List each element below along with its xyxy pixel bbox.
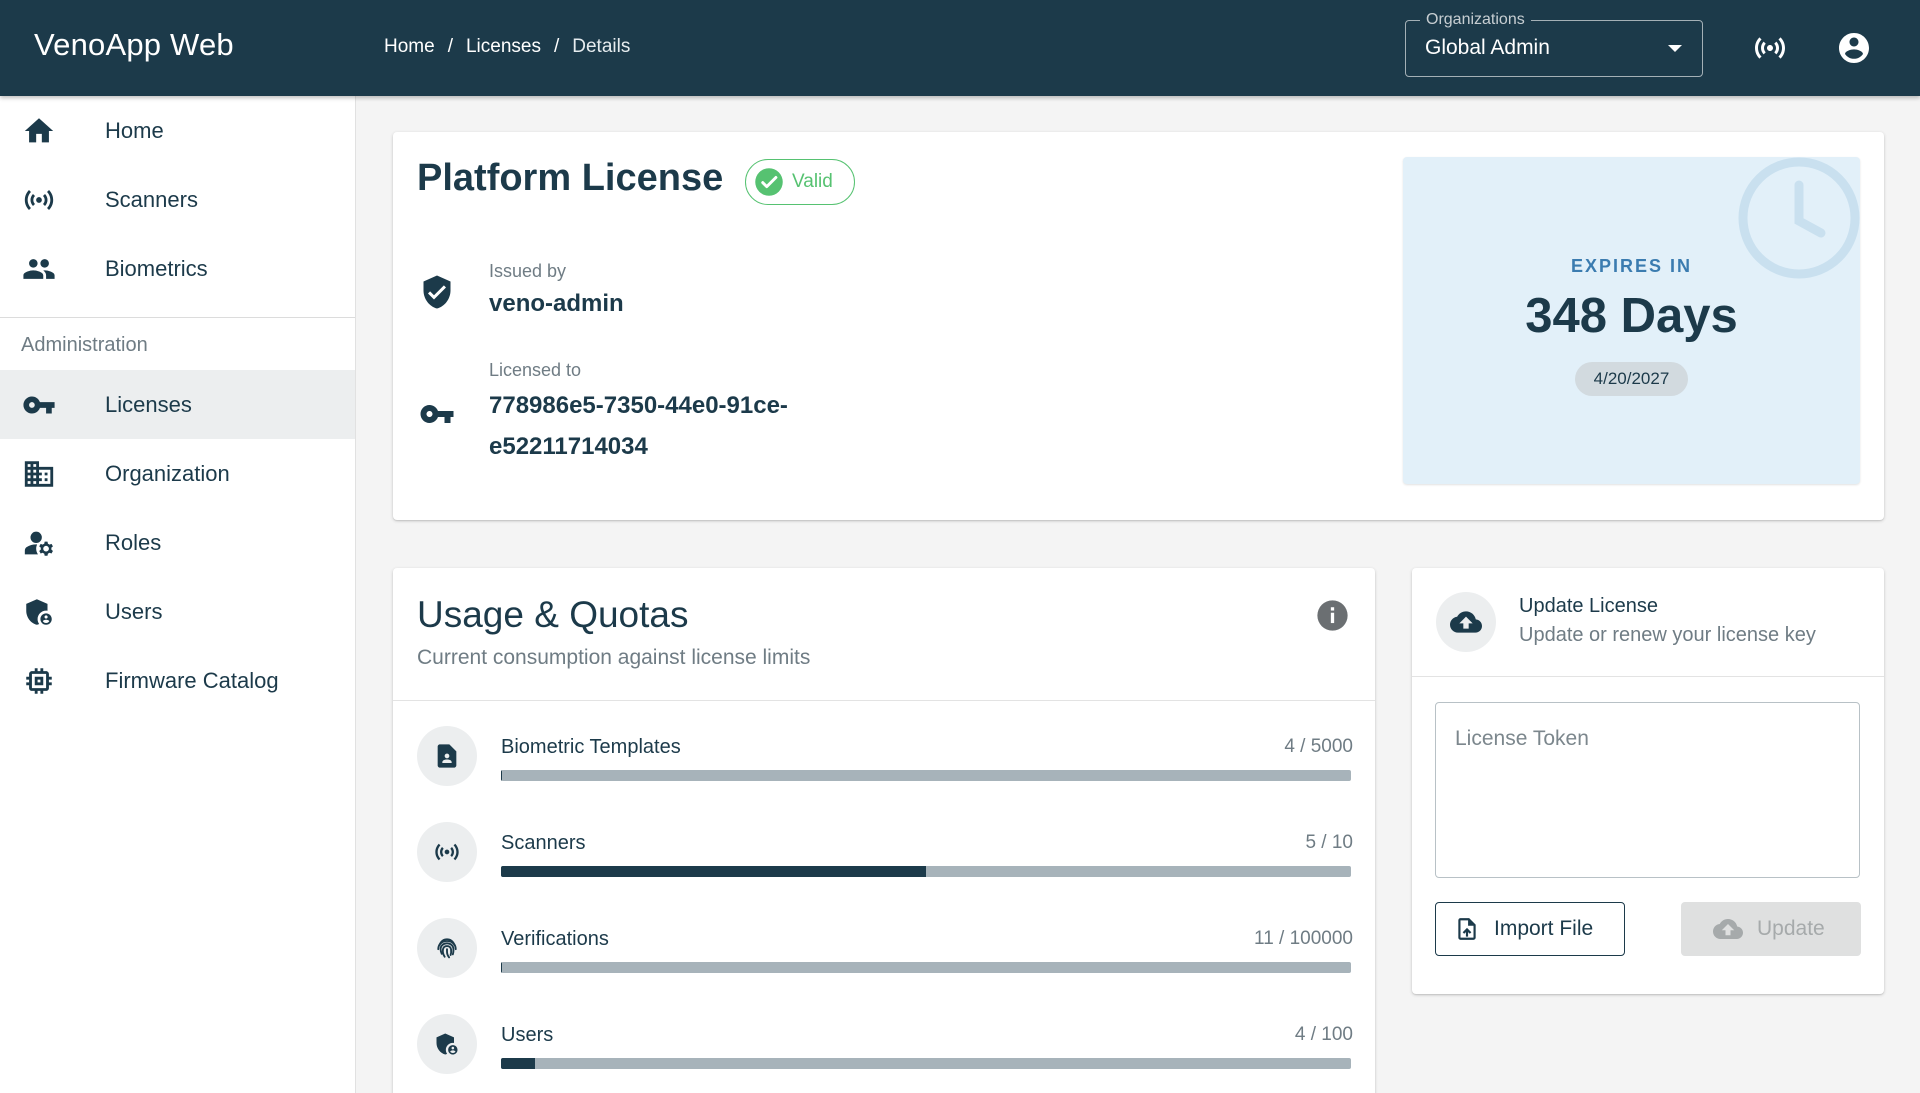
- licensed-to-value-line2: e52211714034: [489, 433, 648, 460]
- quota-progress-fill: [501, 866, 926, 877]
- breadcrumb-separator: /: [447, 36, 453, 57]
- account-circle-icon[interactable]: [1836, 30, 1872, 66]
- sidebar-item-licenses[interactable]: Licenses: [0, 370, 355, 439]
- file-upload-icon: [1458, 918, 1476, 940]
- licensed-to-label: Licensed to: [489, 360, 582, 380]
- sidebar-item-label: Firmware Catalog: [105, 668, 279, 693]
- licensed-to-value-line1: 778986e5-7350-44e0-91ce-: [489, 392, 788, 419]
- shield-user-icon: [22, 595, 56, 629]
- home-icon: [22, 114, 56, 148]
- expiry-panel: EXPIRES IN 348 Days 4/20/2027: [1403, 157, 1860, 484]
- license-token-input[interactable]: [1435, 702, 1860, 878]
- import-file-label: Import File: [1494, 917, 1594, 940]
- usage-quotas-card: Usage & Quotas Current consumption again…: [393, 568, 1375, 1093]
- update-license-card: Update License Update or renew your lice…: [1412, 568, 1884, 994]
- sidebar-item-scanners[interactable]: Scanners: [0, 165, 355, 234]
- quota-row-biometric-templates: Biometric Templates 4 / 5000: [417, 726, 1353, 790]
- quota-name: Verifications: [501, 928, 609, 950]
- sidebar-divider: [0, 317, 355, 318]
- user-gear-icon: [22, 526, 56, 560]
- page-title: Platform License: [417, 157, 724, 199]
- update-license-title: Update License: [1519, 595, 1658, 617]
- quota-count: 5 / 10: [1305, 832, 1353, 853]
- update-license-subtitle: Update or renew your license key: [1519, 624, 1816, 646]
- sidebar-item-firmware-catalog[interactable]: Firmware Catalog: [0, 646, 355, 715]
- check-circle-icon: [755, 168, 783, 196]
- sidebar-item-label: Users: [105, 599, 163, 624]
- quota-progress-bar: [501, 962, 1351, 973]
- building-icon: [22, 457, 56, 491]
- quota-name: Scanners: [501, 832, 586, 854]
- breadcrumb-licenses[interactable]: Licenses: [466, 36, 541, 58]
- contact-file-icon: [417, 726, 477, 786]
- scanner-signal-icon[interactable]: [1752, 30, 1788, 66]
- shield-user-icon: [417, 1014, 477, 1074]
- chip-icon: [22, 664, 56, 698]
- update-divider: [1412, 676, 1884, 677]
- sidebar: Home Scanners Biometrics Administration …: [0, 96, 356, 1093]
- usage-subtitle: Current consumption against license limi…: [417, 646, 811, 669]
- update-label: Update: [1757, 917, 1825, 940]
- app-header: VenoApp Web Home / Licenses / Details Or…: [0, 0, 1920, 96]
- sidebar-item-biometrics[interactable]: Biometrics: [0, 234, 355, 303]
- license-card: Platform License Valid Issued by veno-ad…: [393, 132, 1884, 520]
- issued-by-label: Issued by: [489, 261, 567, 281]
- organization-select-label: Organizations: [1420, 11, 1531, 29]
- caret-down-icon: [1668, 45, 1682, 52]
- quota-progress-fill: [501, 1058, 535, 1069]
- info-icon[interactable]: [1316, 599, 1349, 632]
- breadcrumb-separator: /: [553, 36, 560, 57]
- cloud-upload-icon: [1713, 919, 1743, 939]
- quota-progress-fill: [501, 770, 502, 781]
- expires-days: 348 Days: [1525, 289, 1738, 343]
- status-badge-label: Valid: [792, 171, 833, 192]
- issued-by-value: veno-admin: [489, 290, 624, 317]
- sidebar-item-label: Home: [105, 118, 164, 143]
- organization-select-value: Global Admin: [1425, 36, 1550, 59]
- status-badge: Valid: [745, 159, 855, 205]
- people-icon: [22, 252, 56, 286]
- update-button[interactable]: Update: [1681, 902, 1861, 956]
- organization-select[interactable]: Organizations Global Admin: [1405, 11, 1703, 77]
- key-icon: [419, 396, 455, 432]
- quota-row-users: Users 4 / 100: [417, 1014, 1353, 1078]
- scanner-signal-icon: [417, 822, 477, 882]
- quota-row-verifications: Verifications 11 / 100000: [417, 918, 1353, 982]
- cloud-upload-icon: [1436, 592, 1496, 652]
- app-title[interactable]: VenoApp Web: [34, 27, 234, 63]
- sidebar-item-label: Roles: [105, 530, 162, 555]
- sidebar-item-label: Licenses: [105, 392, 192, 417]
- sidebar-item-label: Biometrics: [105, 256, 208, 281]
- sidebar-item-organization[interactable]: Organization: [0, 439, 355, 508]
- quota-name: Users: [501, 1024, 554, 1046]
- breadcrumb: Home / Licenses / Details: [384, 36, 630, 58]
- sidebar-item-users[interactable]: Users: [0, 577, 355, 646]
- quota-name: Biometric Templates: [501, 736, 681, 758]
- quota-row-scanners: Scanners 5 / 10: [417, 822, 1353, 886]
- key-icon: [22, 388, 56, 422]
- import-file-button[interactable]: Import File: [1435, 902, 1625, 956]
- fingerprint-icon: [417, 918, 477, 978]
- usage-title: Usage & Quotas: [417, 594, 689, 635]
- quota-progress-bar: [501, 770, 1351, 781]
- sidebar-item-label: Scanners: [105, 187, 198, 212]
- quota-progress-bar: [501, 866, 1351, 877]
- usage-divider: [393, 700, 1375, 701]
- breadcrumb-home[interactable]: Home: [384, 36, 435, 58]
- scanner-signal-icon: [22, 183, 56, 217]
- expires-date-chip: 4/20/2027: [1575, 362, 1688, 396]
- expires-label: EXPIRES IN: [1570, 256, 1693, 276]
- quota-progress-bar: [501, 1058, 1351, 1069]
- quota-count: 11 / 100000: [1254, 928, 1353, 949]
- sidebar-item-roles[interactable]: Roles: [0, 508, 355, 577]
- quota-count: 4 / 100: [1294, 1024, 1353, 1045]
- sidebar-item-label: Organization: [105, 461, 230, 486]
- breadcrumb-details: Details: [572, 36, 631, 57]
- quota-count: 4 / 5000: [1284, 736, 1353, 757]
- verified-shield-icon: [419, 274, 455, 310]
- sidebar-item-home[interactable]: Home: [0, 96, 355, 165]
- sidebar-section-administration: Administration: [21, 334, 148, 356]
